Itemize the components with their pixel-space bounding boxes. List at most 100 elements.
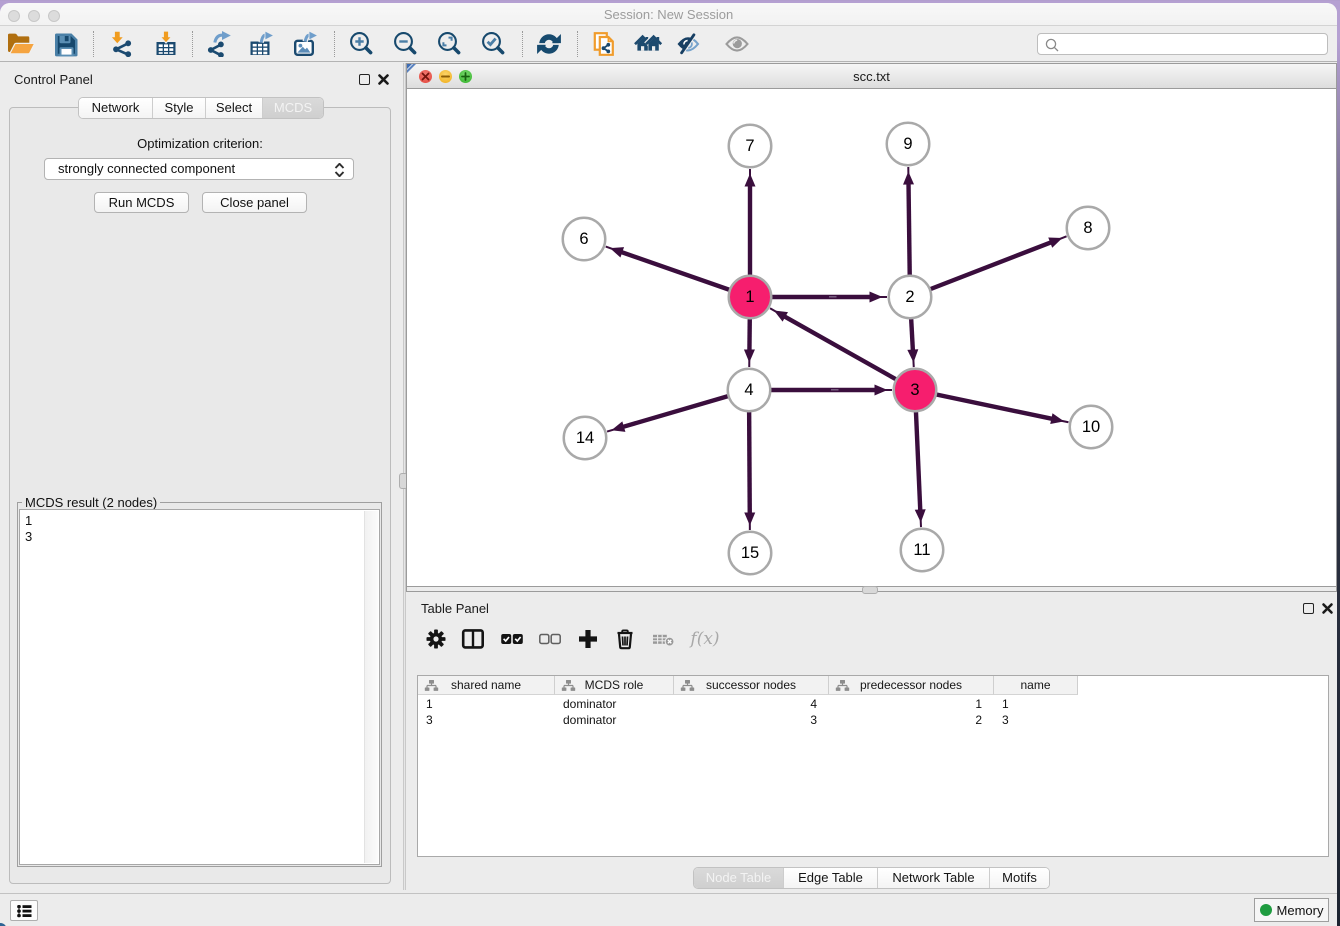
main-toolbar bbox=[0, 26, 1337, 62]
toolbar-separator bbox=[192, 31, 193, 57]
cell-MCDS-role: dominator bbox=[563, 713, 674, 727]
save-icon bbox=[52, 31, 78, 57]
trash-icon bbox=[613, 627, 637, 651]
export-image-button[interactable] bbox=[288, 29, 322, 59]
table-tab-node-table[interactable]: Node Table bbox=[694, 868, 784, 888]
svg-text:4: 4 bbox=[744, 381, 753, 399]
zoom-selected-button[interactable] bbox=[477, 29, 511, 59]
window-titlebar: Session: New Session bbox=[0, 3, 1337, 26]
network-view-frame: scc.txt 1 2 3 4 6 7 8 9 10 11 14 15 bbox=[406, 63, 1337, 592]
open-session-button[interactable] bbox=[4, 29, 38, 59]
node-15[interactable]: 15 bbox=[729, 532, 772, 575]
export-table-button[interactable] bbox=[244, 29, 278, 59]
table-row-1[interactable]: 1dominator411 bbox=[418, 696, 1328, 712]
network-graph: 1 2 3 4 6 7 8 9 10 11 14 15 bbox=[407, 89, 1336, 587]
column-header-name[interactable]: name bbox=[994, 676, 1078, 695]
export-table-icon bbox=[248, 31, 274, 57]
function-builder-button-disabled[interactable]: f(x) bbox=[683, 622, 727, 656]
control-panel-float-icon[interactable] bbox=[359, 74, 370, 85]
tab-network[interactable]: Network bbox=[79, 98, 153, 118]
edge-2-8[interactable] bbox=[910, 236, 1067, 297]
tab-style[interactable]: Style bbox=[153, 98, 206, 118]
delete-column-button[interactable] bbox=[609, 622, 641, 656]
optimization-criterion-select[interactable]: strongly connected component bbox=[44, 158, 354, 180]
node-2[interactable]: 2 bbox=[889, 276, 932, 319]
svg-text:10: 10 bbox=[1082, 418, 1100, 436]
svg-text:3: 3 bbox=[910, 381, 919, 399]
edge-label-mark bbox=[831, 389, 839, 390]
column-header-shared-name[interactable]: shared name bbox=[418, 676, 555, 695]
svg-text:1: 1 bbox=[745, 288, 754, 306]
node-9[interactable]: 9 bbox=[887, 123, 930, 166]
edge-3-1[interactable] bbox=[770, 308, 915, 390]
edge-1-6[interactable] bbox=[606, 247, 750, 297]
import-table-button[interactable] bbox=[149, 29, 183, 59]
column-header-predecessor-nodes[interactable]: predecessor nodes bbox=[829, 676, 994, 695]
node-11[interactable]: 11 bbox=[901, 529, 944, 572]
clone-network-button[interactable] bbox=[588, 29, 622, 59]
open-folder-icon bbox=[7, 31, 35, 57]
network-window-titlebar[interactable]: scc.txt bbox=[407, 64, 1336, 89]
node-6[interactable]: 6 bbox=[563, 218, 606, 261]
zoom-fit-button[interactable] bbox=[433, 29, 467, 59]
table-panel-title: Table Panel bbox=[421, 601, 489, 616]
show-eye-icon-disabled bbox=[724, 31, 750, 57]
node-4[interactable]: 4 bbox=[728, 369, 771, 412]
table-tab-network-table[interactable]: Network Table bbox=[878, 868, 990, 888]
zoom-in-button[interactable] bbox=[345, 29, 379, 59]
column-header-MCDS-role[interactable]: MCDS role bbox=[555, 676, 674, 695]
refresh-view-button[interactable] bbox=[532, 29, 566, 59]
memory-label: Memory bbox=[1277, 903, 1324, 918]
save-session-button[interactable] bbox=[48, 29, 82, 59]
show-columns-button[interactable] bbox=[457, 622, 489, 656]
memory-button[interactable]: Memory bbox=[1254, 898, 1329, 922]
close-panel-button[interactable]: Close panel bbox=[202, 192, 307, 213]
node-1[interactable]: 1 bbox=[729, 276, 772, 319]
clone-network-icon bbox=[592, 31, 618, 57]
mcds-result-title: MCDS result (2 nodes) bbox=[22, 495, 160, 510]
node-14[interactable]: 14 bbox=[564, 417, 607, 460]
tab-mcds[interactable]: MCDS bbox=[263, 98, 323, 118]
task-history-button[interactable] bbox=[10, 900, 38, 921]
network-canvas[interactable]: 1 2 3 4 6 7 8 9 10 11 14 15 bbox=[407, 89, 1336, 587]
node-3[interactable]: 3 bbox=[894, 369, 937, 412]
table-tab-edge-table[interactable]: Edge Table bbox=[784, 868, 878, 888]
deselect-all-columns-button[interactable] bbox=[534, 622, 566, 656]
table-settings-button[interactable] bbox=[420, 622, 452, 656]
import-network-button[interactable] bbox=[105, 29, 139, 59]
mcds-result-list[interactable]: 13 bbox=[19, 509, 380, 865]
table-tab-motifs[interactable]: Motifs bbox=[990, 868, 1049, 888]
result-scrollbar[interactable] bbox=[364, 511, 378, 863]
hide-eye-icon bbox=[675, 31, 701, 57]
export-network-button[interactable] bbox=[202, 29, 236, 59]
control-panel-close-icon[interactable] bbox=[377, 73, 390, 86]
tab-select[interactable]: Select bbox=[206, 98, 263, 118]
toolbar-separator bbox=[334, 31, 335, 57]
export-network-icon bbox=[206, 31, 232, 57]
column-header-label: successor nodes bbox=[674, 678, 828, 692]
select-all-columns-button[interactable] bbox=[496, 622, 528, 656]
add-column-button[interactable] bbox=[572, 622, 604, 656]
show-all-button[interactable] bbox=[720, 29, 754, 59]
home-layout-button[interactable] bbox=[631, 29, 665, 59]
node-8[interactable]: 8 bbox=[1067, 207, 1110, 250]
table-tabs: Node TableEdge TableNetwork TableMotifs bbox=[693, 867, 1050, 889]
table-panel-float-icon[interactable] bbox=[1303, 603, 1314, 614]
search-field[interactable] bbox=[1037, 33, 1328, 55]
cell-predecessor-nodes: 1 bbox=[829, 697, 982, 711]
cell-shared-name: 1 bbox=[426, 697, 555, 711]
edge-3-10[interactable] bbox=[915, 390, 1068, 424]
horizontal-split-grip[interactable] bbox=[862, 586, 878, 594]
hide-selected-button[interactable] bbox=[671, 29, 705, 59]
run-mcds-button[interactable]: Run MCDS bbox=[94, 192, 189, 213]
zoom-selected-icon bbox=[481, 31, 507, 57]
column-header-successor-nodes[interactable]: successor nodes bbox=[674, 676, 829, 695]
node-7[interactable]: 7 bbox=[729, 125, 772, 168]
zoom-out-button[interactable] bbox=[389, 29, 423, 59]
table-panel-close-icon[interactable] bbox=[1321, 602, 1334, 615]
svg-text:8: 8 bbox=[1083, 219, 1092, 237]
delete-table-button-disabled[interactable] bbox=[648, 622, 680, 656]
table-row-2[interactable]: 3dominator323 bbox=[418, 712, 1328, 728]
mcds-result-group: MCDS result (2 nodes) 13 bbox=[17, 502, 382, 867]
node-10[interactable]: 10 bbox=[1070, 406, 1113, 449]
